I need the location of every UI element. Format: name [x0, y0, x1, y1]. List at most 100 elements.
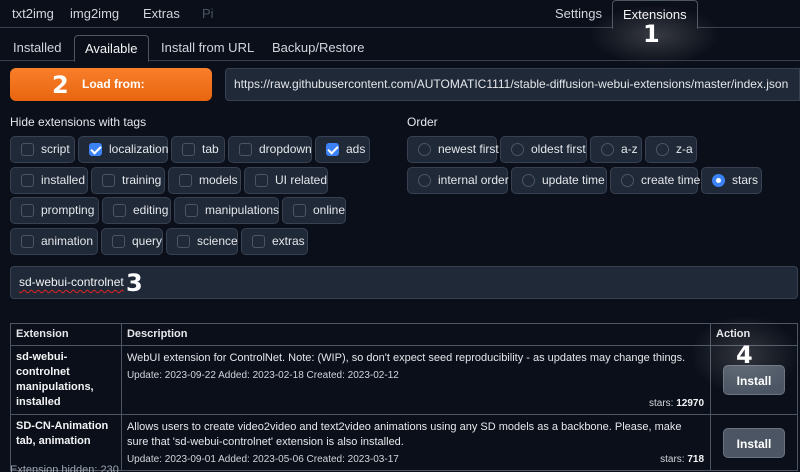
checkbox-label: online: [313, 203, 346, 217]
tag-checkbox-science[interactable]: science: [166, 228, 238, 255]
radio-button[interactable]: [621, 174, 634, 187]
radio-button[interactable]: [511, 143, 524, 156]
radio-button[interactable]: [522, 174, 535, 187]
checkbox-label: manipulations: [205, 203, 280, 217]
stars-value: 12970: [676, 398, 705, 409]
index-url-input[interactable]: https://raw.githubusercontent.com/AUTOMA…: [225, 68, 800, 101]
checkbox-box[interactable]: [21, 204, 34, 217]
radio-button-selected[interactable]: [712, 174, 725, 187]
order-radio-stars[interactable]: stars: [701, 167, 762, 194]
index-url-value: https://raw.githubusercontent.com/AUTOMA…: [234, 77, 789, 91]
checkbox-box[interactable]: [182, 143, 195, 156]
search-value: sd-webui-controlnet: [19, 275, 124, 289]
tag-checkbox-tab[interactable]: tab: [171, 136, 225, 163]
load-from-label: Load from:: [82, 77, 145, 91]
date-info: Update: 2023-09-01 Added: 2023-05-06 Cre…: [126, 454, 399, 465]
radio-button[interactable]: [418, 174, 431, 187]
tab-installed[interactable]: Installed: [3, 35, 71, 61]
stars-label: stars:: [648, 398, 674, 409]
radio-label: stars: [732, 173, 759, 187]
order-radio-a-z[interactable]: a-z: [590, 136, 642, 163]
column-header-extension: Extension: [10, 323, 122, 346]
order-radio-z-a[interactable]: z-a: [645, 136, 697, 163]
checkbox-box[interactable]: [177, 235, 190, 248]
checkbox-label: editing: [133, 203, 169, 217]
tag-checkbox-query[interactable]: query: [101, 228, 163, 255]
checkbox-label: tab: [202, 142, 219, 156]
order-radio-newest-first[interactable]: newest first: [407, 136, 499, 163]
tab-settings[interactable]: Settings: [545, 0, 612, 28]
tag-checkbox-editing[interactable]: editing: [102, 197, 171, 224]
tab-backup-restore[interactable]: Backup/Restore: [262, 35, 375, 61]
order-label: Order: [407, 115, 438, 129]
column-header-description: Description: [120, 323, 712, 346]
hidden-count-text: Extension hidden: 230: [10, 464, 119, 472]
tag-checkbox-prompting[interactable]: prompting: [10, 197, 99, 224]
stars-label: stars:: [660, 454, 685, 465]
tag-checkbox-extras[interactable]: extras: [241, 228, 308, 255]
tag-checkbox-localization[interactable]: localization: [78, 136, 168, 163]
extension-tags: manipulations, installed: [16, 381, 94, 408]
checkbox-box[interactable]: [239, 143, 252, 156]
tag-checkbox-training[interactable]: training: [91, 167, 165, 194]
description-cell: WebUI extension for ControlNet. Note: (W…: [120, 345, 712, 415]
checkbox-label: ads: [346, 142, 366, 156]
checkbox-box[interactable]: [21, 235, 34, 248]
checkbox-box-checked[interactable]: [326, 143, 339, 156]
tag-checkbox-script[interactable]: script: [10, 136, 75, 163]
checkbox-box[interactable]: [112, 235, 125, 248]
tag-checkbox-installed[interactable]: installed: [10, 167, 88, 194]
checkbox-box[interactable]: [252, 235, 265, 248]
checkbox-box[interactable]: [293, 204, 306, 217]
radio-button[interactable]: [601, 143, 614, 156]
order-radio-create-time[interactable]: create time: [610, 167, 701, 194]
checkbox-box[interactable]: [255, 174, 268, 187]
extension-name-link[interactable]: SD-CN-Animation: [16, 419, 116, 434]
description-cell: Allows users to create video2video and t…: [120, 414, 712, 471]
column-header-action: Action: [710, 323, 798, 346]
checkbox-label: UI related: [275, 173, 328, 187]
radio-label: create time: [641, 173, 701, 187]
tag-checkbox-online[interactable]: online: [282, 197, 346, 224]
extension-name-cell: SD-CN-Animation tab, animation: [10, 414, 122, 471]
install-button[interactable]: Install: [723, 365, 786, 395]
extension-tags: tab, animation: [16, 435, 91, 447]
tab-txt2img[interactable]: txt2img: [2, 0, 64, 28]
tab-install-from-url[interactable]: Install from URL: [151, 35, 264, 61]
tag-checkbox-manipulations[interactable]: manipulations: [174, 197, 279, 224]
tag-checkbox-ui-related[interactable]: UI related: [244, 167, 328, 194]
checkbox-box[interactable]: [113, 204, 126, 217]
radio-button[interactable]: [656, 143, 669, 156]
checkbox-box-checked[interactable]: [89, 143, 102, 156]
tag-checkbox-animation[interactable]: animation: [10, 228, 98, 255]
order-radio-update-time[interactable]: update time: [511, 167, 607, 194]
checkbox-box[interactable]: [102, 174, 115, 187]
tab-available[interactable]: Available: [74, 35, 149, 62]
tab-img2img[interactable]: img2img: [60, 0, 129, 28]
tag-checkbox-ads[interactable]: ads: [315, 136, 370, 163]
description-text: WebUI extension for ControlNet. Note: (W…: [126, 352, 686, 364]
radio-label: oldest first: [531, 142, 586, 156]
checkbox-box[interactable]: [21, 174, 34, 187]
tag-checkbox-dropdown[interactable]: dropdown: [228, 136, 312, 163]
checkbox-box[interactable]: [21, 143, 34, 156]
table-row: sd-webui-controlnet manipulations, insta…: [10, 345, 798, 415]
load-from-button[interactable]: Load from:: [10, 68, 212, 101]
callout-number-4: 4: [736, 341, 753, 369]
install-button[interactable]: Install: [723, 427, 786, 458]
order-radio-internal-order[interactable]: internal order: [407, 167, 509, 194]
extension-name-link[interactable]: sd-webui-controlnet: [16, 350, 116, 380]
checkbox-box[interactable]: [179, 174, 192, 187]
action-cell: Install: [710, 414, 798, 471]
radio-label: z-a: [676, 142, 693, 156]
radio-button[interactable]: [418, 143, 431, 156]
tag-checkbox-models[interactable]: models: [168, 167, 241, 194]
checkbox-label: training: [122, 173, 162, 187]
extensions-table: Extension Description Action sd-webui-co…: [10, 323, 798, 471]
checkbox-label: models: [199, 173, 238, 187]
order-radio-oldest-first[interactable]: oldest first: [500, 136, 587, 163]
action-cell: Install: [710, 345, 798, 415]
checkbox-box[interactable]: [185, 204, 198, 217]
tab-extras[interactable]: Extras: [133, 0, 190, 28]
tab-pnginfo[interactable]: Pi: [192, 0, 224, 28]
